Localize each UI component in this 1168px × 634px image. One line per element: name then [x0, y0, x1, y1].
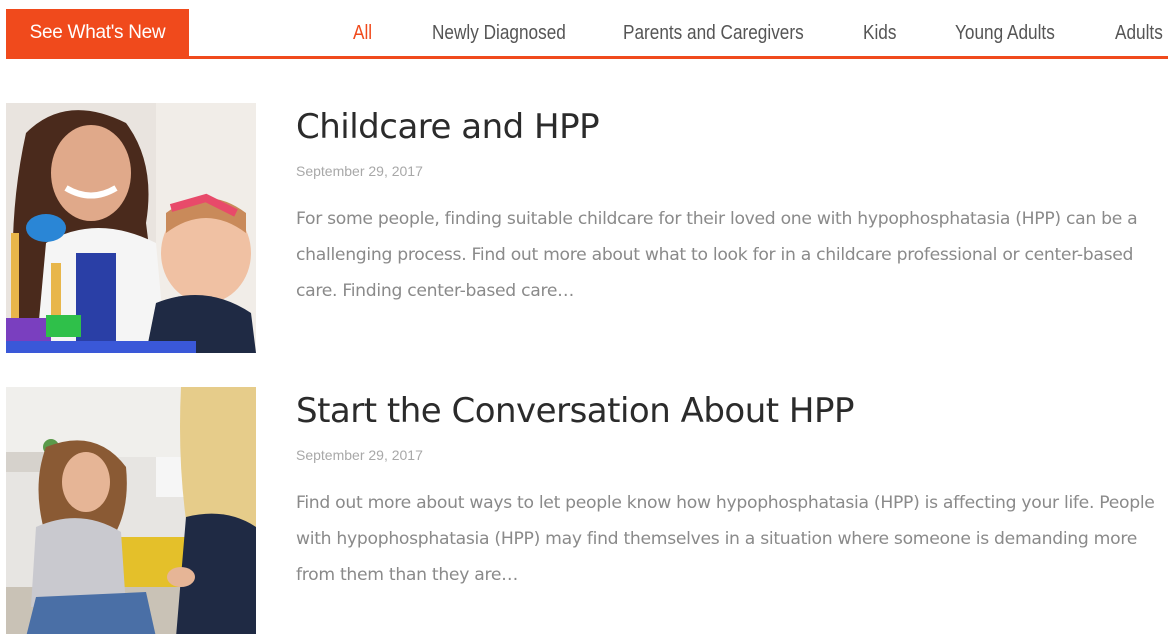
category-tabs: All Newly Diagnosed Parents and Caregive…: [6, 8, 1168, 56]
article-card: Childcare and HPP September 29, 2017 For…: [6, 103, 1166, 355]
article-title[interactable]: Start the Conversation About HPP: [296, 391, 854, 431]
article-date: September 29, 2017: [296, 447, 423, 463]
article-excerpt: Find out more about ways to let people k…: [296, 493, 1155, 585]
tab-young-adults[interactable]: Young Adults: [955, 8, 1055, 56]
tab-newly-diagnosed[interactable]: Newly Diagnosed: [432, 8, 566, 56]
two-young-women-talking-photo[interactable]: [6, 387, 256, 634]
tab-adults[interactable]: Adults: [1115, 8, 1163, 56]
top-navigation: See What's New All Newly Diagnosed Paren…: [6, 8, 1168, 60]
article-date: September 29, 2017: [296, 163, 423, 179]
tab-parents-and-caregivers[interactable]: Parents and Caregivers: [623, 8, 804, 56]
nav-underline: [6, 56, 1168, 59]
woman-and-baby-with-toy-photo[interactable]: [6, 103, 256, 353]
article-title[interactable]: Childcare and HPP: [296, 107, 600, 147]
page: See What's New All Newly Diagnosed Paren…: [0, 0, 1168, 634]
tab-kids[interactable]: Kids: [863, 8, 896, 56]
article-card: Start the Conversation About HPP Septemb…: [6, 387, 1166, 634]
article-excerpt: For some people, finding suitable childc…: [296, 209, 1138, 301]
tab-all[interactable]: All: [353, 8, 372, 56]
